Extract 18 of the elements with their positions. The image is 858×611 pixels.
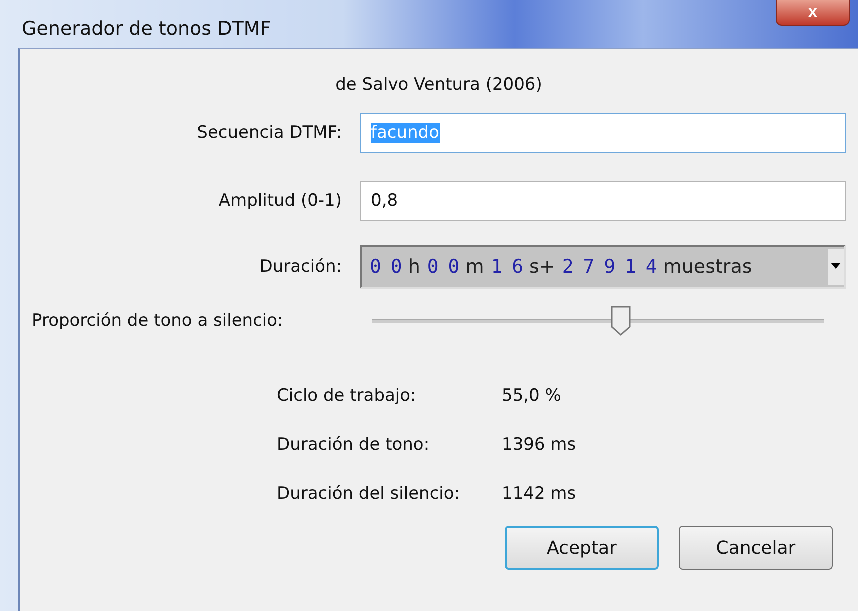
- window-title: Generador de tonos DTMF: [22, 18, 272, 40]
- result-value: 1142 ms: [502, 484, 578, 504]
- slider-label: Proporción de tono a silencio:: [32, 311, 284, 331]
- slider-track[interactable]: [372, 305, 824, 337]
- duration-field[interactable]: 0 0 h 0 0 m 1 6 s+ 2 7 9 1 4 muestras: [360, 245, 846, 289]
- field-label: Amplitud (0-1): [218, 191, 342, 211]
- result-label: Duración de tono:: [277, 434, 431, 454]
- author-credit: de Salvo Ventura (2006): [334, 75, 544, 95]
- result-label: Ciclo de trabajo:: [277, 386, 418, 406]
- input-field[interactable]: 0,8: [360, 181, 846, 221]
- result-label: Duración del silencio:: [277, 484, 462, 504]
- slider-thumb[interactable]: [610, 305, 632, 337]
- result-value: 55,0 %: [502, 386, 562, 406]
- result-value: 1396 ms: [502, 434, 578, 454]
- field-label: Duración:: [258, 257, 342, 277]
- field-label: Secuencia DTMF:: [196, 123, 342, 143]
- dialog-button[interactable]: Cancelar: [679, 526, 833, 570]
- dialog-button[interactable]: Aceptar: [505, 526, 659, 570]
